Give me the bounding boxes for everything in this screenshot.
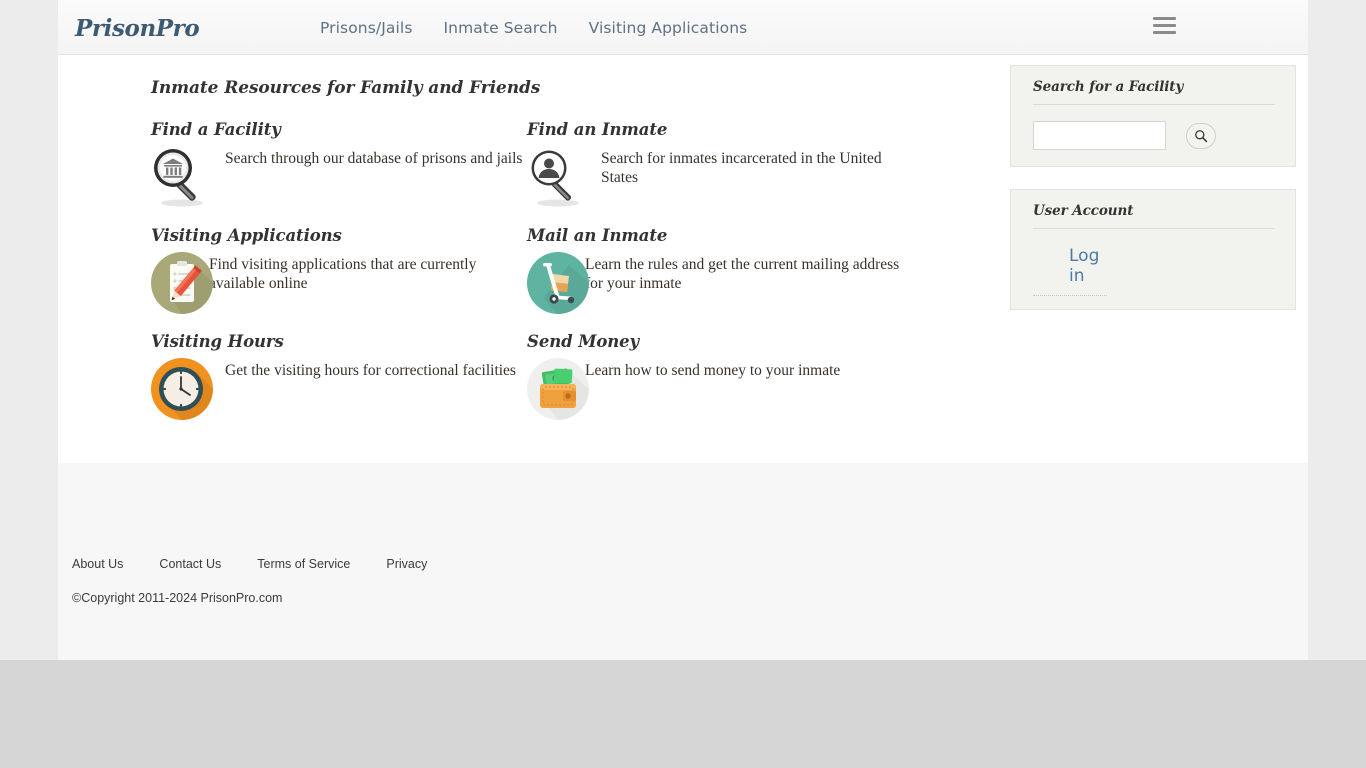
hamburger-bar — [1153, 24, 1176, 27]
hand-truck-boxes-icon — [527, 252, 589, 314]
site-logo[interactable]: PrisonPro — [75, 15, 200, 42]
primary-navigation: Prisons/Jails Inmate Search Visiting App… — [320, 18, 747, 42]
resource-title: Visiting Applications — [151, 226, 342, 245]
resource-title: Mail an Inmate — [527, 226, 668, 245]
magnifier-bank-icon — [151, 146, 213, 208]
copyright-text: ©Copyright 2011-2024 PrisonPro.com — [72, 591, 283, 605]
hamburger-bar — [1153, 17, 1176, 20]
site-container: PrisonPro Prisons/Jails Inmate Search Vi… — [58, 0, 1308, 660]
footer-link-terms-of-service[interactable]: Terms of Service — [257, 557, 350, 571]
user-account-title: User Account — [1033, 203, 1275, 229]
resource-card-find-an-inmate[interactable]: Find an Inmate Search for inmates incarc… — [527, 120, 903, 208]
site-header: PrisonPro Prisons/Jails Inmate Search Vi… — [58, 0, 1308, 55]
resource-description: Learn how to send money to your inmate — [585, 362, 841, 379]
resource-title: Find an Inmate — [527, 120, 668, 139]
resource-description: Find visiting applications that are curr… — [209, 256, 477, 292]
facility-search-input[interactable] — [1033, 121, 1166, 150]
resource-card-send-money[interactable]: Send Money Learn how to send money to yo… — [527, 332, 903, 420]
sidebar: Search for a Facility User Account Log i… — [1010, 65, 1296, 332]
resource-description: Get the visiting hours for correctional … — [225, 362, 516, 379]
wallet-money-icon — [527, 358, 589, 420]
user-account-panel: User Account Log in — [1010, 189, 1296, 310]
page-background: PrisonPro Prisons/Jails Inmate Search Vi… — [0, 0, 1366, 768]
clipboard-pencil-icon — [151, 252, 213, 314]
hamburger-bar — [1153, 31, 1176, 34]
resource-title: Send Money — [527, 332, 640, 351]
resource-card-visiting-applications[interactable]: Visiting Applications Find visiting appl… — [151, 226, 527, 314]
footer-link-privacy[interactable]: Privacy — [386, 557, 427, 571]
search-icon — [1195, 129, 1208, 142]
facility-search-title: Search for a Facility — [1033, 79, 1275, 105]
facility-search-button[interactable] — [1186, 122, 1216, 149]
main-content: Inmate Resources for Family and Friends … — [58, 55, 1308, 463]
nav-prisons-jails[interactable]: Prisons/Jails — [320, 18, 413, 38]
facility-search-row — [1033, 121, 1275, 150]
resource-title: Find a Facility — [151, 120, 281, 139]
resource-description: Learn the rules and get the current mail… — [585, 256, 900, 292]
hamburger-menu-icon[interactable] — [1153, 17, 1179, 39]
magnifier-person-icon — [527, 146, 589, 208]
resource-description: Search for inmates incarcerated in the U… — [601, 150, 882, 186]
resource-card-find-a-facility[interactable]: Find a Facility Search through our datab… — [151, 120, 527, 208]
viewport-bottom-strip — [0, 660, 1366, 768]
nav-visiting-applications[interactable]: Visiting Applications — [589, 18, 748, 38]
site-footer: About Us Contact Us Terms of Service Pri… — [58, 463, 1308, 660]
footer-link-contact-us[interactable]: Contact Us — [159, 557, 221, 571]
resource-description: Search through our database of prisons a… — [225, 150, 523, 167]
resource-title: Visiting Hours — [151, 332, 284, 351]
footer-links: About Us Contact Us Terms of Service Pri… — [72, 555, 459, 573]
resource-card-visiting-hours[interactable]: Visiting Hours Get the visiting hours fo… — [151, 332, 527, 420]
facility-search-panel: Search for a Facility — [1010, 65, 1296, 167]
clock-icon — [151, 358, 213, 420]
nav-inmate-search[interactable]: Inmate Search — [444, 18, 558, 38]
page-title: Inmate Resources for Family and Friends — [151, 78, 541, 98]
log-in-link[interactable]: Log in — [1033, 246, 1107, 286]
resource-card-mail-an-inmate[interactable]: Mail an Inmate Learn the rules and get t… — [527, 226, 903, 314]
footer-link-about-us[interactable]: About Us — [72, 557, 123, 571]
user-account-links: Log in — [1033, 246, 1107, 296]
